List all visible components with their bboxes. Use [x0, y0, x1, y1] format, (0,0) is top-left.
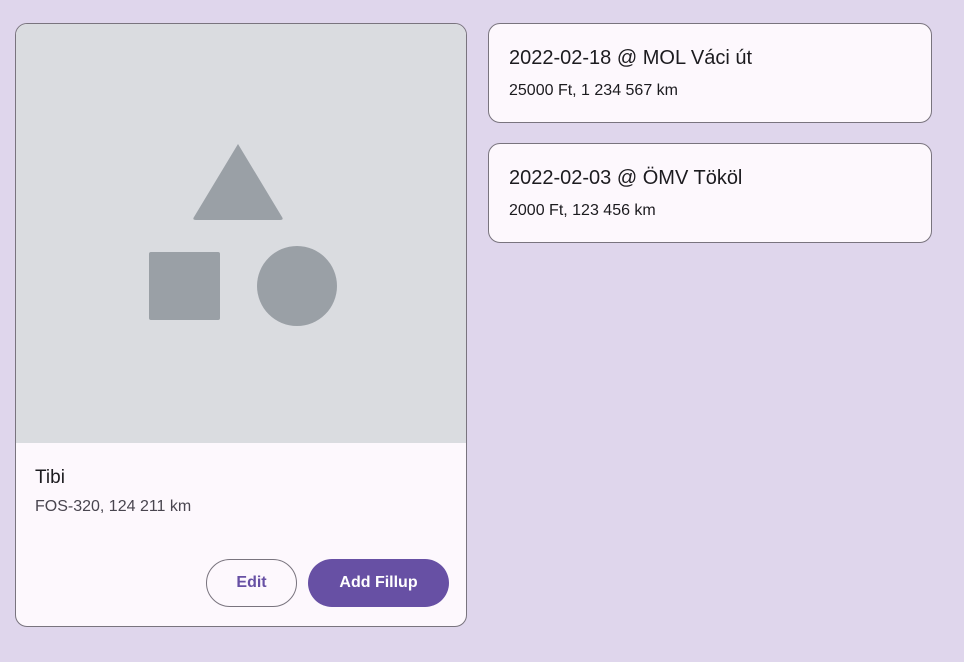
fillup-title: 2022-02-18 @ MOL Váci út — [509, 47, 753, 69]
triangle-shape — [193, 144, 283, 220]
fillup-card[interactable]: 2022-02-03 @ ÖMV Tököl 2000 Ft, 123 456 … — [488, 143, 932, 243]
add-fillup-button[interactable]: Add Fillup — [308, 559, 449, 607]
fillup-card[interactable]: 2022-02-18 @ MOL Váci út 25000 Ft, 1 234… — [488, 23, 932, 123]
vehicle-details: FOS-320, 124 211 km — [35, 498, 192, 515]
fillup-details: 2000 Ft, 123 456 km — [509, 202, 656, 219]
shapes-placeholder-icon — [149, 144, 337, 326]
vehicle-name: Tibi — [35, 467, 65, 488]
fillup-title: 2022-02-03 @ ÖMV Tököl — [509, 167, 743, 189]
vehicle-image-placeholder — [16, 24, 466, 443]
fillup-details: 25000 Ft, 1 234 567 km — [509, 82, 678, 99]
circle-shape — [257, 246, 337, 326]
edit-button[interactable]: Edit — [206, 559, 297, 607]
vehicle-card: Tibi FOS-320, 124 211 km Edit Add Fillup — [15, 23, 467, 627]
square-shape — [149, 252, 220, 320]
